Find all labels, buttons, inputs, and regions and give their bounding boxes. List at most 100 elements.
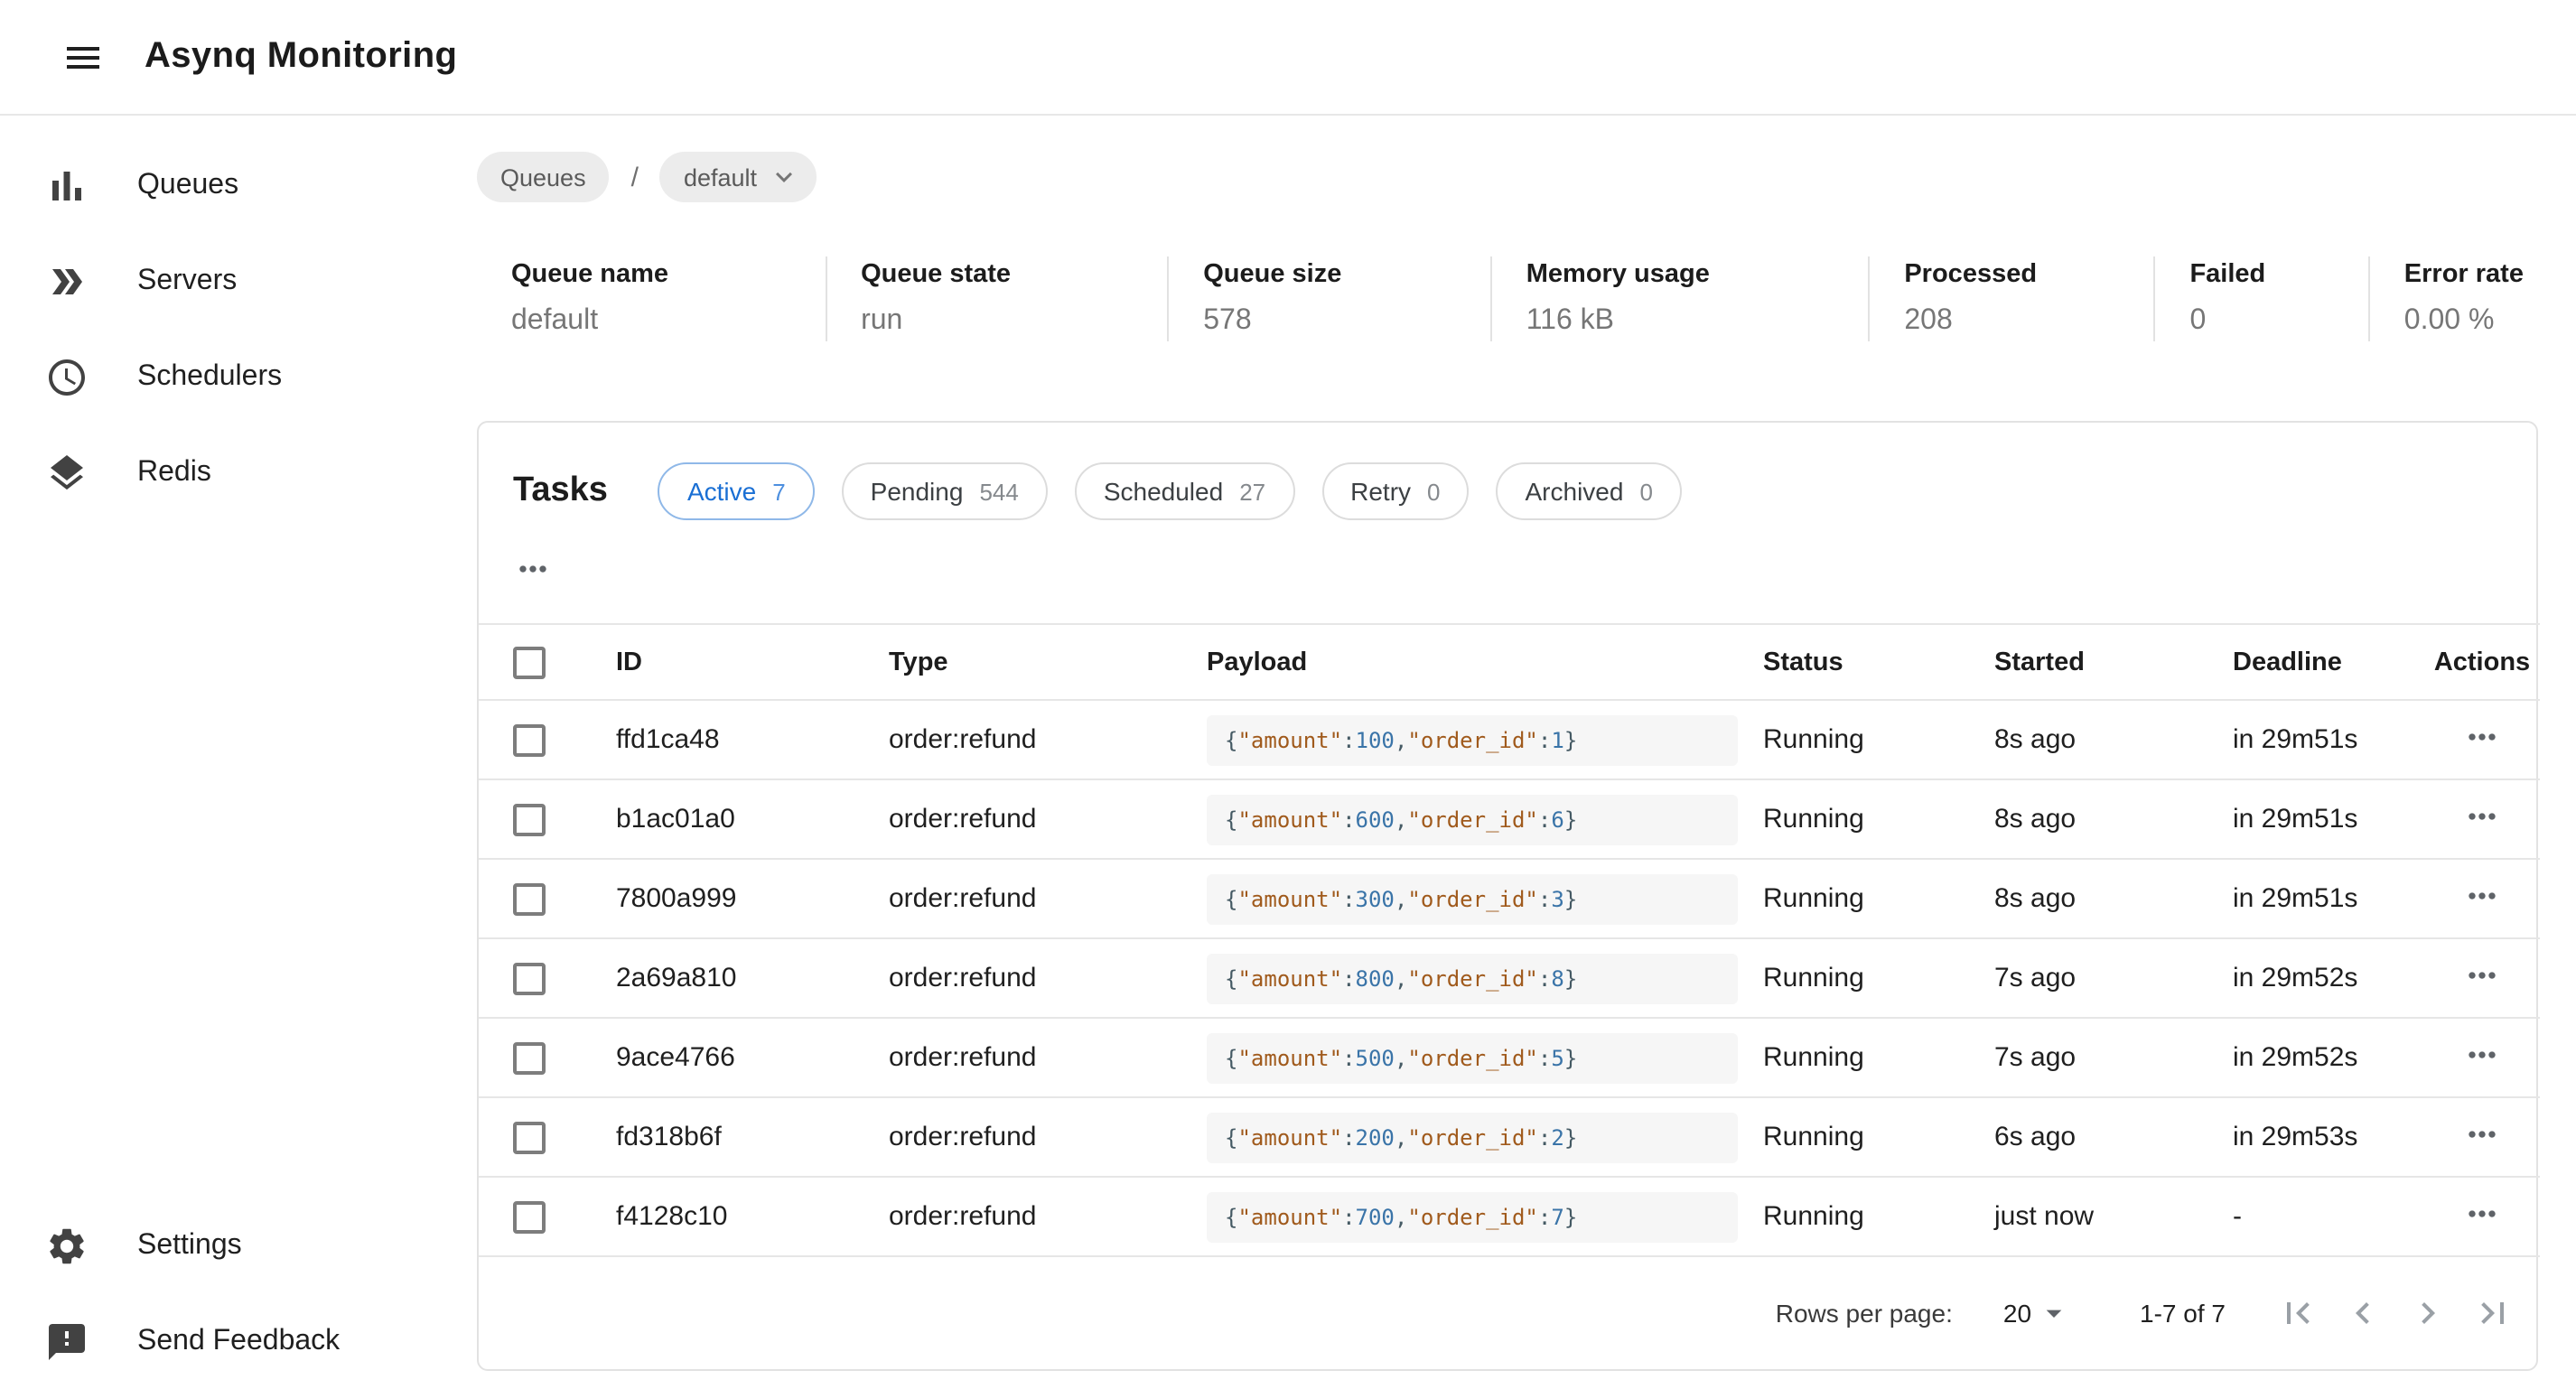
next-page-button[interactable]	[2406, 1291, 2450, 1335]
task-deadline: in 29m51s	[2233, 779, 2424, 859]
breadcrumb-current-label: default	[684, 163, 757, 191]
breadcrumb: Queues / default	[477, 152, 2538, 202]
task-status: Running	[1763, 1177, 1994, 1256]
chevron-right-icon	[2406, 1291, 2450, 1335]
task-deadline: -	[2233, 1177, 2424, 1256]
task-type: order:refund	[889, 700, 1207, 779]
previous-page-button[interactable]	[2341, 1291, 2385, 1335]
tab-archived[interactable]: Archived 0	[1497, 462, 1682, 520]
task-id: fd318b6f	[616, 1097, 889, 1177]
sidebar-item-send-feedback[interactable]: Send Feedback	[0, 1293, 434, 1389]
task-started: 7s ago	[1994, 1018, 2233, 1097]
task-status: Running	[1763, 938, 1994, 1018]
row-actions-button[interactable]	[2462, 875, 2502, 915]
queue-stats: Queue name default Queue state run Queue…	[477, 256, 2538, 341]
task-status: Running	[1763, 779, 1994, 859]
sidebar-item-queues[interactable]: Queues	[0, 137, 434, 233]
sidebar-item-label: Redis	[137, 456, 211, 489]
row-checkbox[interactable]	[513, 882, 546, 915]
task-payload: {"amount":300,"order_id":3}	[1207, 873, 1738, 924]
sidebar: Queues Servers Schedulers Redis Settings	[0, 116, 434, 1389]
task-started: 7s ago	[1994, 938, 2233, 1018]
row-checkbox[interactable]	[513, 962, 546, 994]
row-checkbox[interactable]	[513, 803, 546, 835]
table-header-row: ID Type Payload Status Started Deadline …	[479, 624, 2540, 700]
stat-queue-size: Queue size 578	[1167, 256, 1490, 341]
task-deadline: in 29m51s	[2233, 700, 2424, 779]
first-page-button[interactable]	[2276, 1291, 2319, 1335]
task-payload: {"amount":700,"order_id":7}	[1207, 1191, 1738, 1242]
task-id: ffd1ca48	[616, 700, 889, 779]
row-checkbox[interactable]	[513, 723, 546, 756]
more-horiz-icon	[2462, 875, 2502, 915]
tab-active[interactable]: Active 7	[658, 462, 815, 520]
select-all-checkbox[interactable]	[513, 646, 546, 678]
rows-per-page-select[interactable]: 20	[2003, 1295, 2071, 1331]
task-type: order:refund	[889, 1097, 1207, 1177]
row-actions-button[interactable]	[2462, 955, 2502, 994]
task-type: order:refund	[889, 1018, 1207, 1097]
task-id: 7800a999	[616, 859, 889, 938]
task-type: order:refund	[889, 859, 1207, 938]
breadcrumb-separator: /	[631, 162, 639, 192]
dropdown-caret-icon	[2035, 1295, 2071, 1331]
task-started: 8s ago	[1994, 859, 2233, 938]
gear-icon	[45, 1224, 89, 1267]
pager-controls	[2276, 1291, 2515, 1335]
chevron-left-icon	[2341, 1291, 2385, 1335]
row-actions-button[interactable]	[2462, 796, 2502, 835]
row-checkbox[interactable]	[513, 1200, 546, 1233]
table-row: 2a69a810 order:refund {"amount":800,"ord…	[479, 938, 2540, 1018]
row-checkbox[interactable]	[513, 1041, 546, 1074]
app-title: Asynq Monitoring	[145, 36, 457, 78]
task-deadline: in 29m53s	[2233, 1097, 2424, 1177]
sidebar-item-label: Settings	[137, 1229, 242, 1262]
rows-per-page-label: Rows per page:	[1776, 1299, 1953, 1328]
chevron-down-icon	[768, 161, 800, 193]
task-type: order:refund	[889, 938, 1207, 1018]
tab-retry[interactable]: Retry 0	[1321, 462, 1469, 520]
task-started: 6s ago	[1994, 1097, 2233, 1177]
column-header-id: ID	[616, 624, 889, 700]
more-horiz-icon	[2462, 955, 2502, 994]
last-page-button[interactable]	[2471, 1291, 2515, 1335]
first-page-icon	[2276, 1291, 2319, 1335]
more-horiz-icon	[2462, 1114, 2502, 1153]
sidebar-item-servers[interactable]: Servers	[0, 233, 434, 329]
hamburger-icon	[61, 35, 105, 79]
table-row: ffd1ca48 order:refund {"amount":100,"ord…	[479, 700, 2540, 779]
table-row: b1ac01a0 order:refund {"amount":600,"ord…	[479, 779, 2540, 859]
sidebar-item-settings[interactable]: Settings	[0, 1198, 434, 1293]
sidebar-item-schedulers[interactable]: Schedulers	[0, 329, 434, 424]
stat-memory-usage: Memory usage 116 kB	[1490, 256, 1869, 341]
table-row: f4128c10 order:refund {"amount":700,"ord…	[479, 1177, 2540, 1256]
clock-icon	[45, 355, 89, 398]
sidebar-item-redis[interactable]: Redis	[0, 424, 434, 520]
tab-scheduled[interactable]: Scheduled 27	[1075, 462, 1294, 520]
tasks-table: ID Type Payload Status Started Deadline …	[479, 623, 2540, 1257]
column-header-payload: Payload	[1207, 624, 1763, 700]
row-checkbox[interactable]	[513, 1121, 546, 1153]
bulk-actions-row	[479, 520, 2536, 623]
task-payload: {"amount":500,"order_id":5}	[1207, 1032, 1738, 1083]
stat-error-rate: Error rate 0.00 %	[2368, 256, 2538, 341]
row-actions-button[interactable]	[2462, 1034, 2502, 1074]
row-actions-button[interactable]	[2462, 716, 2502, 756]
hamburger-menu-button[interactable]	[61, 35, 105, 79]
screen: Asynq Monitoring Queues Servers Schedule…	[0, 0, 2576, 1389]
more-horiz-icon	[513, 549, 553, 589]
stat-processed: Processed 208	[1868, 256, 2153, 341]
breadcrumb-queue-select-chip[interactable]: default	[660, 152, 817, 202]
breadcrumb-queues-chip[interactable]: Queues	[477, 152, 610, 202]
table-row: 9ace4766 order:refund {"amount":500,"ord…	[479, 1018, 2540, 1097]
bulk-actions-button[interactable]	[513, 549, 553, 589]
tab-pending[interactable]: Pending 544	[842, 462, 1048, 520]
column-header-actions: Actions	[2424, 624, 2540, 700]
task-state-tabs: Active 7 Pending 544 Scheduled 27 Retr	[658, 462, 1682, 520]
column-header-deadline: Deadline	[2233, 624, 2424, 700]
task-status: Running	[1763, 1018, 1994, 1097]
row-actions-button[interactable]	[2462, 1193, 2502, 1233]
more-horiz-icon	[2462, 716, 2502, 756]
row-actions-button[interactable]	[2462, 1114, 2502, 1153]
task-id: 2a69a810	[616, 938, 889, 1018]
